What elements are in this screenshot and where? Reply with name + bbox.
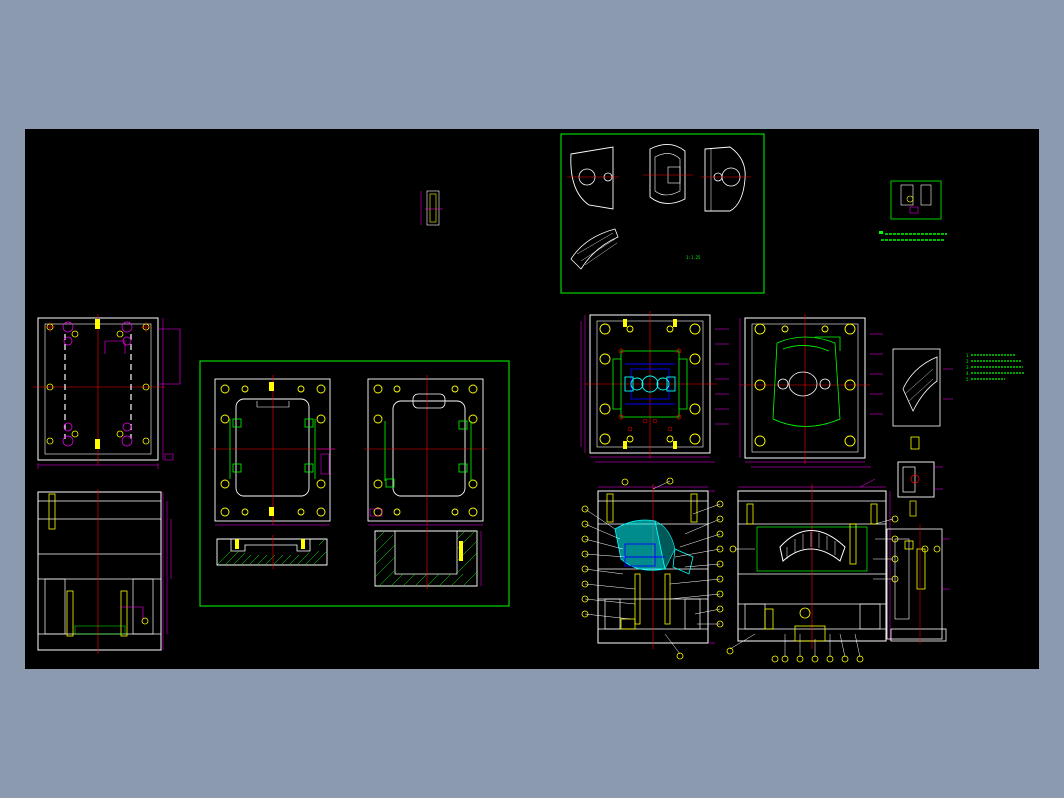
mold-assembly-section-b: [726, 478, 899, 663]
mold-assembly-section-a: [581, 477, 724, 660]
top-notes: [879, 231, 947, 241]
cad-drawing-canvas[interactable]: 1:1.25 1. 2. 3. 4. 5.: [25, 129, 1039, 669]
notes-block-right: 1. 2. 3. 4. 5.: [966, 353, 1025, 382]
product-scale-label: 1:1.25: [686, 255, 701, 260]
top-left-plan-view: [33, 314, 181, 469]
plate-views-panel: [199, 360, 510, 607]
product-views-panel: 1:1.25: [560, 133, 765, 294]
small-top-detail: [420, 190, 443, 226]
detail-view-part: [892, 348, 953, 427]
note-line-2: 2.: [966, 359, 970, 364]
note-line-3: 3.: [966, 365, 970, 370]
mold-assembly-top-view-b: [739, 314, 883, 468]
left-section-view: [37, 489, 172, 654]
plate-section-left: [216, 535, 328, 569]
detail-view-mech: [897, 436, 943, 517]
cad-drawing-viewport[interactable]: 1:1.25 1. 2. 3. 4. 5.: [25, 129, 1039, 669]
plate-section-right: [374, 527, 482, 589]
note-line-5: 5.: [966, 377, 970, 382]
top-right-detail: [890, 180, 942, 220]
note-line-4: 4.: [966, 371, 970, 376]
note-line-1: 1.: [966, 353, 970, 358]
mold-assembly-top-view: [580, 311, 729, 463]
